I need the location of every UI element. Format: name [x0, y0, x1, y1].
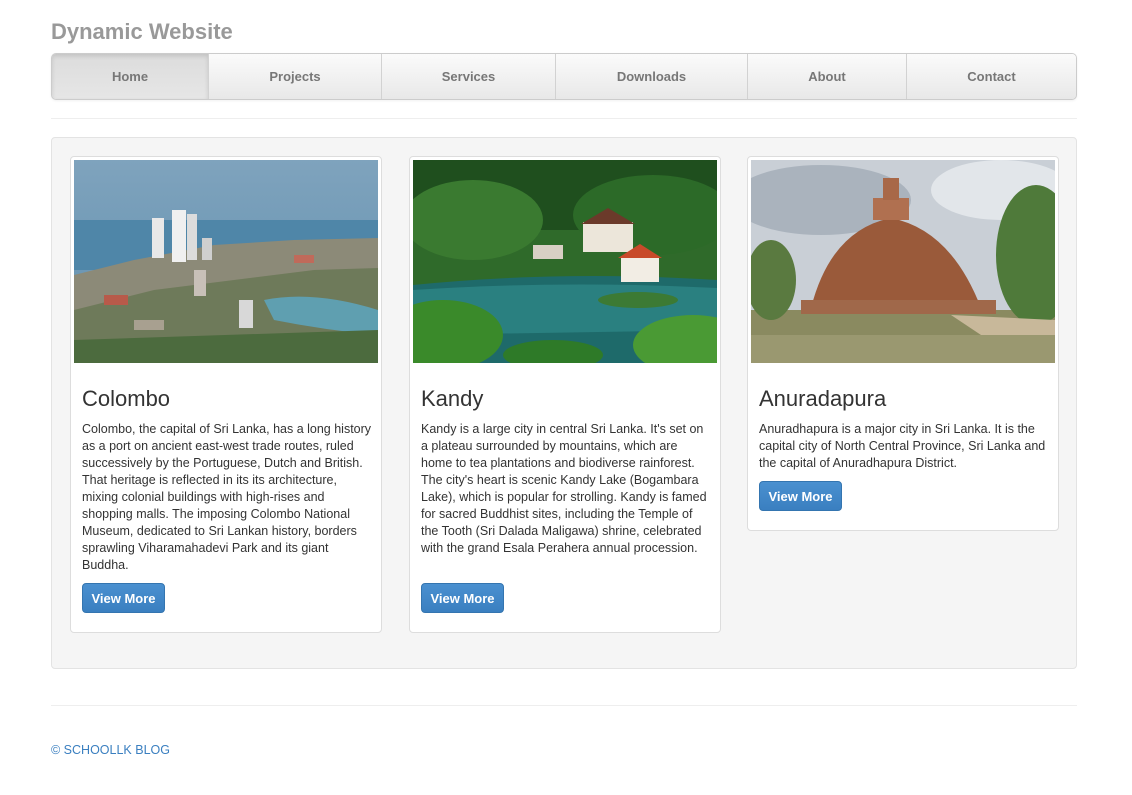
card-kandy: Kandy Kandy is a large city in central S…: [409, 156, 721, 633]
nav-downloads[interactable]: Downloads: [556, 54, 748, 99]
kandy-image: [413, 160, 717, 363]
colombo-image: [74, 160, 378, 363]
anuradapura-image: [751, 160, 1055, 363]
card-title: Kandy: [421, 386, 484, 411]
footer-copyright[interactable]: © SCHOOLLK BLOG: [51, 743, 170, 757]
header-divider: [51, 118, 1077, 119]
card-title: Anuradapura: [759, 386, 887, 411]
view-more-button[interactable]: View More: [421, 583, 504, 613]
view-more-button[interactable]: View More: [82, 583, 165, 613]
card-description: Anuradhapura is a major city in Sri Lank…: [759, 422, 1046, 470]
card-description: Kandy is a large city in central Sri Lan…: [421, 422, 707, 555]
nav-about[interactable]: About: [748, 54, 907, 99]
site-title: Dynamic Website: [51, 19, 233, 44]
nav-projects[interactable]: Projects: [209, 54, 382, 99]
content-well: Colombo Colombo, the capital of Sri Lank…: [51, 137, 1077, 669]
nav-contact[interactable]: Contact: [907, 54, 1076, 99]
card-description: Colombo, the capital of Sri Lanka, has a…: [82, 422, 372, 572]
nav-home[interactable]: Home: [52, 54, 209, 99]
footer-divider: [51, 705, 1077, 706]
card-title: Colombo: [82, 386, 171, 411]
card-colombo: Colombo Colombo, the capital of Sri Lank…: [70, 156, 382, 633]
nav-services[interactable]: Services: [382, 54, 556, 99]
card-anuradapura: Anuradapura Anuradhapura is a major city…: [747, 156, 1059, 531]
main-navbar: Home Projects Services Downloads About C…: [51, 53, 1077, 100]
view-more-button[interactable]: View More: [759, 481, 842, 511]
